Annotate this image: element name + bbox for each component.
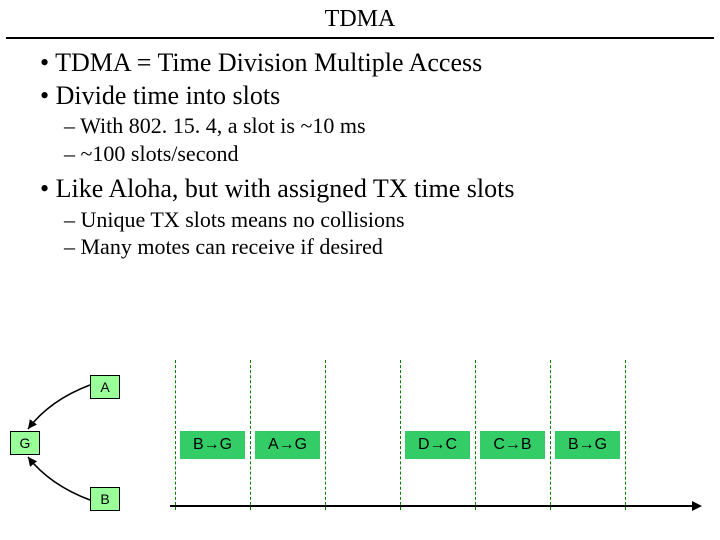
node-g: G <box>10 431 40 455</box>
tdma-diagram: A G B B→G A→G D→C C→B B→G <box>0 355 720 535</box>
time-axis <box>170 505 700 507</box>
sub-bullet-list: Unique TX slots means no collisions Many… <box>26 206 694 261</box>
slot-tick <box>325 360 326 510</box>
tx-slot: B→G <box>555 431 620 459</box>
node-a: A <box>90 375 120 399</box>
sub-bullet-list: With 802. 15. 4, a slot is ~10 ms ~100 s… <box>26 112 694 167</box>
slot-tick <box>250 360 251 510</box>
slot-tick <box>475 360 476 510</box>
title-underline <box>6 37 714 39</box>
tx-slot: C→B <box>480 431 545 459</box>
tx-slot: A→G <box>255 431 320 459</box>
slide-content: TDMA = Time Division Multiple Access Div… <box>0 47 720 261</box>
sub-bullet-item: Many motes can receive if desired <box>64 233 694 261</box>
slot-tick <box>400 360 401 510</box>
slot-tick <box>175 360 176 510</box>
bullet-item: Like Aloha, but with assigned TX time sl… <box>40 173 694 206</box>
slot-tick <box>550 360 551 510</box>
bullet-item: Divide time into slots <box>40 80 694 113</box>
sub-bullet-item: ~100 slots/second <box>64 140 694 168</box>
bullet-list: TDMA = Time Division Multiple Access Div… <box>26 47 694 112</box>
tx-slot: B→G <box>180 431 245 459</box>
tx-slot: D→C <box>405 431 470 459</box>
bullet-item: TDMA = Time Division Multiple Access <box>40 47 694 80</box>
sub-bullet-item: With 802. 15. 4, a slot is ~10 ms <box>64 112 694 140</box>
bullet-list: Like Aloha, but with assigned TX time sl… <box>26 173 694 206</box>
slide-title: TDMA <box>0 0 720 37</box>
node-b: B <box>90 487 120 511</box>
slot-tick <box>625 360 626 510</box>
sub-bullet-item: Unique TX slots means no collisions <box>64 206 694 234</box>
